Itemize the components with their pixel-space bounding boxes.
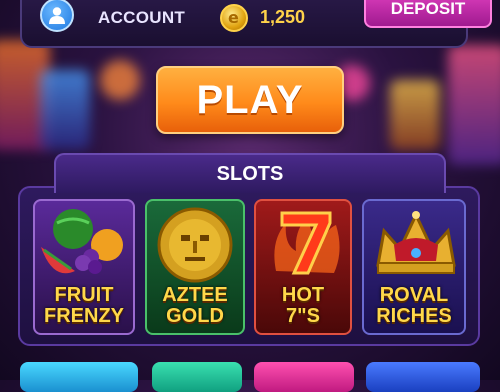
deposit-button[interactable]: DEPOSIT [364, 0, 492, 28]
game-title-line2: FRENZY [44, 305, 124, 327]
top-bar: ACCOUNT e 1,250 DEPOSIT [20, 0, 492, 48]
game-title-line2: GOLD [166, 305, 224, 327]
game-card-aztee-gold[interactable]: AZTEE GOLD [145, 199, 245, 335]
bottom-nav-button-4[interactable] [366, 362, 480, 392]
background-slot-machine [40, 70, 90, 150]
game-title-line2: 7"S [286, 305, 320, 327]
bottom-nav-button-1[interactable] [20, 362, 138, 392]
background-slot-machine [390, 80, 440, 150]
background-slot-machine [448, 45, 500, 165]
slots-section-title: SLOTS [54, 153, 446, 193]
user-silhouette-icon [49, 7, 65, 24]
coin-icon: e [220, 4, 248, 32]
account-label[interactable]: ACCOUNT [98, 8, 185, 28]
game-title-line1: AZTEE [162, 284, 228, 306]
game-title-line1: FRUIT [54, 284, 114, 306]
game-title-line2: RICHES [376, 305, 452, 327]
bottom-nav-button-2[interactable] [152, 362, 242, 392]
background-light [100, 60, 140, 100]
user-avatar-icon[interactable] [40, 0, 74, 32]
game-title-line1: HOT [281, 284, 325, 306]
game-title-line1: ROVAL [379, 284, 449, 306]
play-button[interactable]: PLAY [156, 66, 344, 134]
game-card-hot-7s[interactable]: HOT 7"S [254, 199, 352, 335]
game-card-roval-riches[interactable]: ROVAL RICHES [362, 199, 466, 335]
bottom-nav-button-3[interactable] [254, 362, 354, 392]
game-card-fruit-frenzy[interactable]: FRUIT FRENZY [33, 199, 135, 335]
coin-balance: 1,250 [260, 7, 306, 27]
